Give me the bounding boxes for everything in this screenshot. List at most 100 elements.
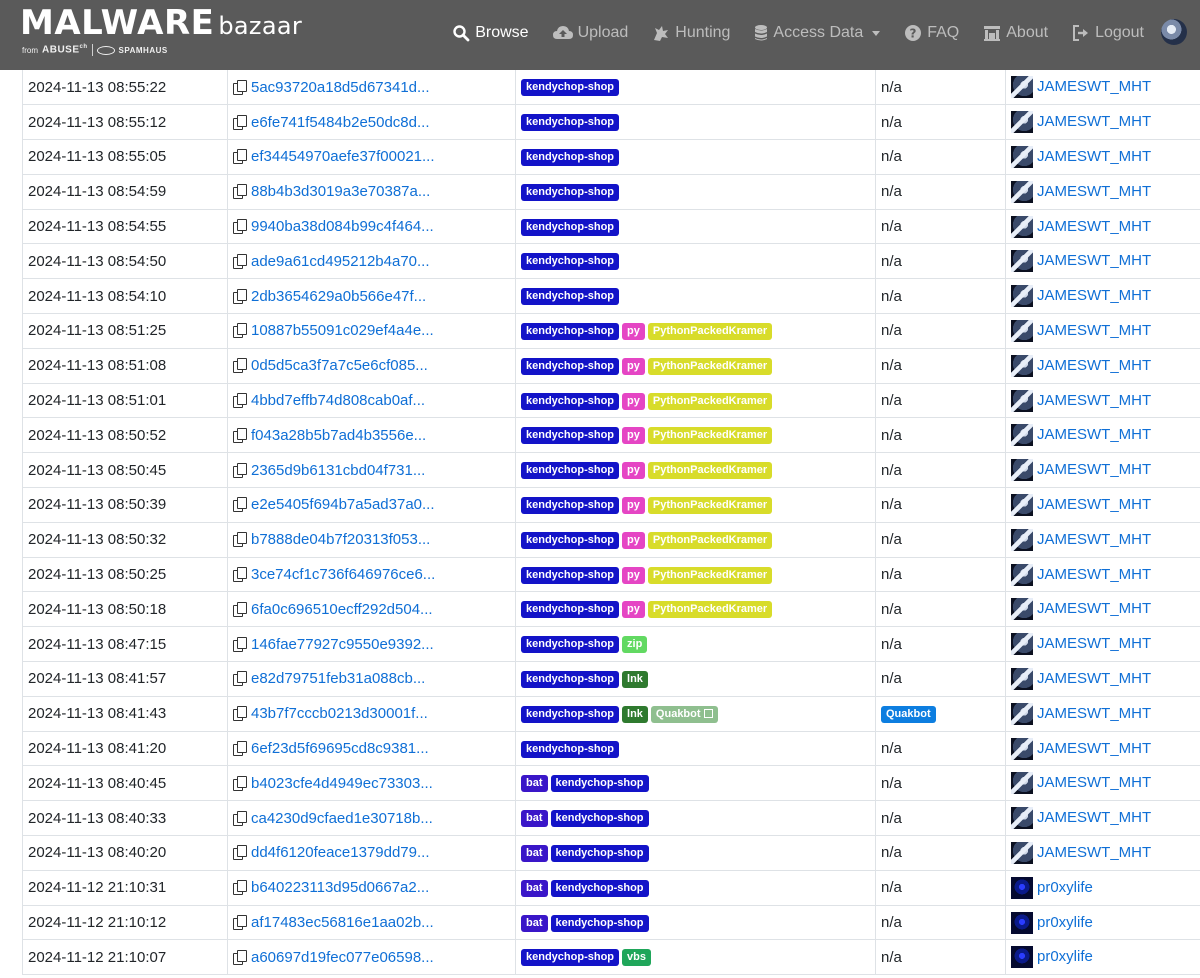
copy-icon[interactable] (233, 567, 247, 583)
reporter-link[interactable]: JAMESWT_MHT (1037, 635, 1151, 652)
copy-icon[interactable] (233, 149, 247, 165)
sha256-link[interactable]: 10887b55091c029ef4a4e... (251, 322, 434, 339)
tag-badge[interactable]: kendychop-shop (521, 288, 620, 306)
sha256-link[interactable]: 6ef23d5f69695cd8c9381... (251, 740, 429, 757)
reporter-link[interactable]: JAMESWT_MHT (1037, 183, 1151, 200)
sha256-link[interactable]: 6fa0c696510ecff292d504... (251, 601, 433, 618)
tag-badge[interactable]: kendychop-shop (521, 462, 620, 480)
tag-badge[interactable]: kendychop-shop (550, 879, 649, 897)
sha256-link[interactable]: 2db3654629a0b566e47f... (251, 288, 426, 305)
tag-badge[interactable]: kendychop-shop (521, 148, 620, 166)
tag-badge[interactable]: kendychop-shop (521, 636, 620, 654)
tag-badge[interactable]: lnk (622, 670, 648, 688)
sha256-link[interactable]: af17483ec56816e1aa02b... (251, 914, 434, 931)
copy-icon[interactable] (233, 880, 247, 896)
tag-badge[interactable]: kendychop-shop (550, 810, 649, 828)
copy-icon[interactable] (233, 636, 247, 652)
tag-badge[interactable]: zip (622, 636, 648, 654)
reporter-link[interactable]: JAMESWT_MHT (1037, 531, 1151, 548)
user-avatar[interactable] (1161, 19, 1187, 45)
tag-badge[interactable]: kendychop-shop (521, 253, 620, 271)
tag-badge[interactable]: kendychop-shop (521, 531, 620, 549)
reporter-link[interactable]: pr0xylife (1037, 913, 1093, 930)
tag-badge[interactable]: py (622, 566, 645, 584)
tag-badge[interactable]: kendychop-shop (521, 114, 620, 132)
sha256-link[interactable]: ade9a61cd495212b4a70... (251, 253, 430, 270)
copy-icon[interactable] (233, 810, 247, 826)
reporter-link[interactable]: JAMESWT_MHT (1037, 600, 1151, 617)
tag-badge[interactable]: PythonPackedKramer (647, 531, 773, 549)
nav-faq[interactable]: ? FAQ (904, 24, 959, 42)
sha256-link[interactable]: 146fae77927c9550e9392... (251, 636, 434, 653)
tag-badge[interactable]: kendychop-shop (521, 183, 620, 201)
sha256-link[interactable]: a60697d19fec077e06598... (251, 949, 434, 966)
signature-badge[interactable]: Quakbot (881, 705, 936, 723)
sha256-link[interactable]: b640223113d95d0667a2... (251, 879, 429, 896)
copy-icon[interactable] (233, 358, 247, 374)
sha256-link[interactable]: 3ce74cf1c736f646976ce6... (251, 566, 435, 583)
reporter-link[interactable]: JAMESWT_MHT (1037, 774, 1151, 791)
sha256-link[interactable]: 5ac93720a18d5d67341d... (251, 79, 430, 96)
copy-icon[interactable] (233, 741, 247, 757)
tag-badge[interactable]: bat (521, 879, 548, 897)
tag-badge[interactable]: kendychop-shop (521, 949, 620, 967)
sha256-link[interactable]: 43b7f7cccb0213d30001f... (251, 705, 428, 722)
copy-icon[interactable] (233, 393, 247, 409)
nav-about[interactable]: About (983, 24, 1048, 42)
tag-badge[interactable]: kendychop-shop (521, 218, 620, 236)
reporter-link[interactable]: JAMESWT_MHT (1037, 496, 1151, 513)
tag-badge[interactable]: bat (521, 775, 548, 793)
reporter-link[interactable]: pr0xylife (1037, 879, 1093, 896)
copy-icon[interactable] (233, 706, 247, 722)
tag-badge[interactable]: PythonPackedKramer (647, 462, 773, 480)
copy-icon[interactable] (233, 775, 247, 791)
tag-badge[interactable]: kendychop-shop (521, 392, 620, 410)
sha256-link[interactable]: ef34454970aefe37f00021... (251, 148, 435, 165)
tag-badge[interactable]: kendychop-shop (550, 914, 649, 932)
copy-icon[interactable] (233, 532, 247, 548)
tag-badge[interactable]: bat (521, 914, 548, 932)
sha256-link[interactable]: 2365d9b6131cbd04f731... (251, 462, 425, 479)
tag-badge[interactable]: PythonPackedKramer (647, 392, 773, 410)
reporter-link[interactable]: JAMESWT_MHT (1037, 844, 1151, 861)
copy-icon[interactable] (233, 253, 247, 269)
copy-icon[interactable] (233, 671, 247, 687)
copy-icon[interactable] (233, 219, 247, 235)
tag-badge[interactable]: kendychop-shop (521, 601, 620, 619)
reporter-link[interactable]: JAMESWT_MHT (1037, 426, 1151, 443)
tag-badge[interactable]: py (622, 427, 645, 445)
tag-badge[interactable]: kendychop-shop (521, 566, 620, 584)
sha256-link[interactable]: e82d79751feb31a088cb... (251, 670, 425, 687)
sha256-link[interactable]: dd4f6120feace1379dd79... (251, 844, 430, 861)
reporter-link[interactable]: JAMESWT_MHT (1037, 740, 1151, 757)
tag-badge[interactable]: kendychop-shop (521, 79, 620, 97)
sha256-link[interactable]: b4023cfe4d4949ec73303... (251, 775, 433, 792)
copy-icon[interactable] (233, 601, 247, 617)
brand-logo[interactable]: MALWARE bazaar from ABUSEch SPAMHAUS (20, 4, 302, 56)
tag-badge[interactable]: PythonPackedKramer (647, 601, 773, 619)
reporter-link[interactable]: JAMESWT_MHT (1037, 357, 1151, 374)
reporter-link[interactable]: JAMESWT_MHT (1037, 78, 1151, 95)
tag-badge[interactable]: vbs (622, 949, 651, 967)
copy-icon[interactable] (233, 323, 247, 339)
tag-badge[interactable]: py (622, 462, 645, 480)
tag-badge[interactable]: kendychop-shop (521, 357, 620, 375)
sha256-link[interactable]: 4bbd7effb74d808cab0af... (251, 392, 425, 409)
tag-badge[interactable]: py (622, 357, 645, 375)
copy-icon[interactable] (233, 288, 247, 304)
reporter-link[interactable]: JAMESWT_MHT (1037, 322, 1151, 339)
reporter-link[interactable]: JAMESWT_MHT (1037, 566, 1151, 583)
tag-badge[interactable]: kendychop-shop (521, 496, 620, 514)
sha256-link[interactable]: ca4230d9cfaed1e30718b... (251, 810, 433, 827)
copy-icon[interactable] (233, 845, 247, 861)
nav-logout[interactable]: Logout (1072, 24, 1144, 42)
nav-access-data[interactable]: Access Data (754, 24, 881, 42)
sha256-link[interactable]: 9940ba38d084b99c4f464... (251, 218, 434, 235)
tag-badge[interactable]: PythonPackedKramer (647, 566, 773, 584)
copy-icon[interactable] (233, 427, 247, 443)
nav-upload[interactable]: Upload (552, 24, 628, 42)
sha256-link[interactable]: b7888de04b7f20313f053... (251, 531, 430, 548)
tag-badge[interactable]: lnk (622, 705, 648, 723)
reporter-link[interactable]: JAMESWT_MHT (1037, 461, 1151, 478)
tag-badge[interactable]: kendychop-shop (521, 705, 620, 723)
